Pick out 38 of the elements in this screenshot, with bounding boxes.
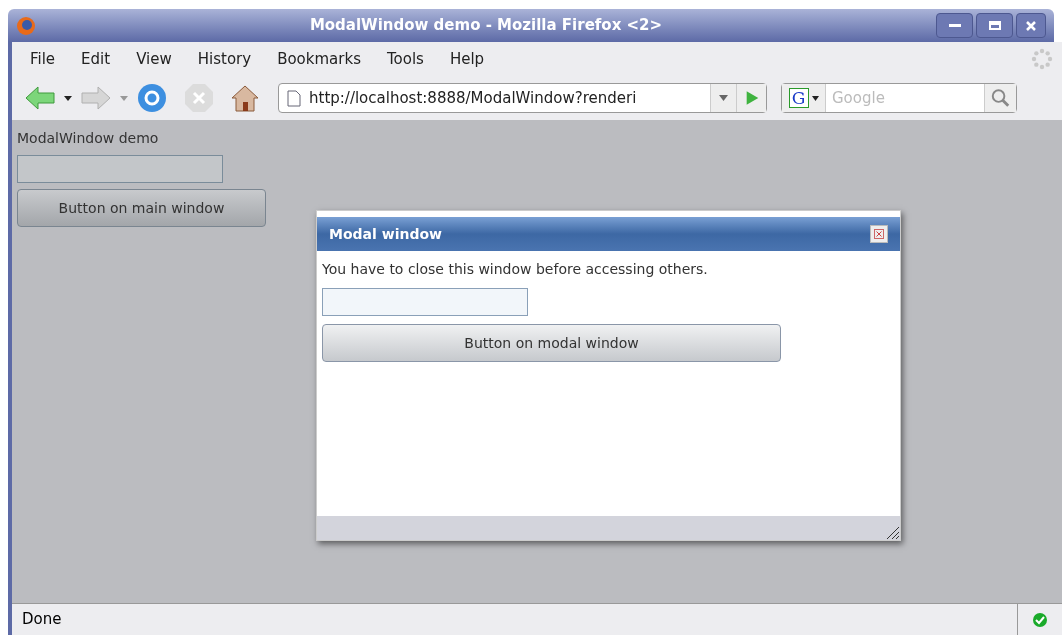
page-icon [287, 89, 301, 107]
page-heading: ModalWindow demo [17, 129, 159, 148]
throbber-icon [1030, 47, 1054, 71]
close-button[interactable] [1016, 13, 1046, 38]
modal-window-button[interactable]: Button on modal window [322, 324, 781, 362]
menu-item[interactable]: View [124, 47, 184, 71]
close-button[interactable] [870, 225, 888, 243]
minimize-button[interactable] [936, 13, 973, 38]
menu-item[interactable]: Help [437, 47, 497, 71]
text-field[interactable] [322, 288, 528, 316]
window-title: ModalWindow demo - Mozilla Firefox <2> [308, 15, 664, 37]
menu-item[interactable]: Bookmarks [265, 47, 373, 71]
search-engine-logo[interactable]: G [788, 88, 809, 108]
text-field[interactable] [17, 155, 223, 183]
menu-item[interactable]: History [185, 47, 264, 71]
history-dropdown-button[interactable] [710, 84, 736, 112]
close-icon [1026, 20, 1036, 31]
go-icon[interactable] [736, 84, 766, 112]
home-icon[interactable] [230, 83, 260, 113]
main-window-button[interactable]: Button on main window [17, 189, 266, 227]
close-icon [874, 229, 884, 239]
reload-icon[interactable] [136, 82, 168, 114]
status-text: Done [12, 604, 1018, 635]
check-icon [1032, 611, 1048, 628]
modal-title: Modal window [329, 224, 443, 244]
menu-item[interactable]: Edit [69, 47, 123, 71]
address-field[interactable]: http://localhost:8888/ModalWindow?renderi [278, 83, 767, 113]
modal-message: You have to close this window before accessing others. [322, 260, 708, 279]
maximize-button[interactable] [976, 13, 1013, 38]
dropdown-caret-icon[interactable] [64, 95, 72, 101]
dropdown-caret-icon [719, 95, 728, 101]
dropdown-caret-icon[interactable] [811, 95, 819, 101]
resize-grip-icon[interactable] [884, 524, 900, 540]
menu-item[interactable]: Tools [374, 47, 436, 71]
search-icon[interactable] [984, 84, 1016, 112]
menu-item[interactable]: File [18, 47, 68, 71]
search-field[interactable]: G Google [781, 83, 1017, 113]
back-arrow-icon[interactable] [24, 85, 56, 111]
